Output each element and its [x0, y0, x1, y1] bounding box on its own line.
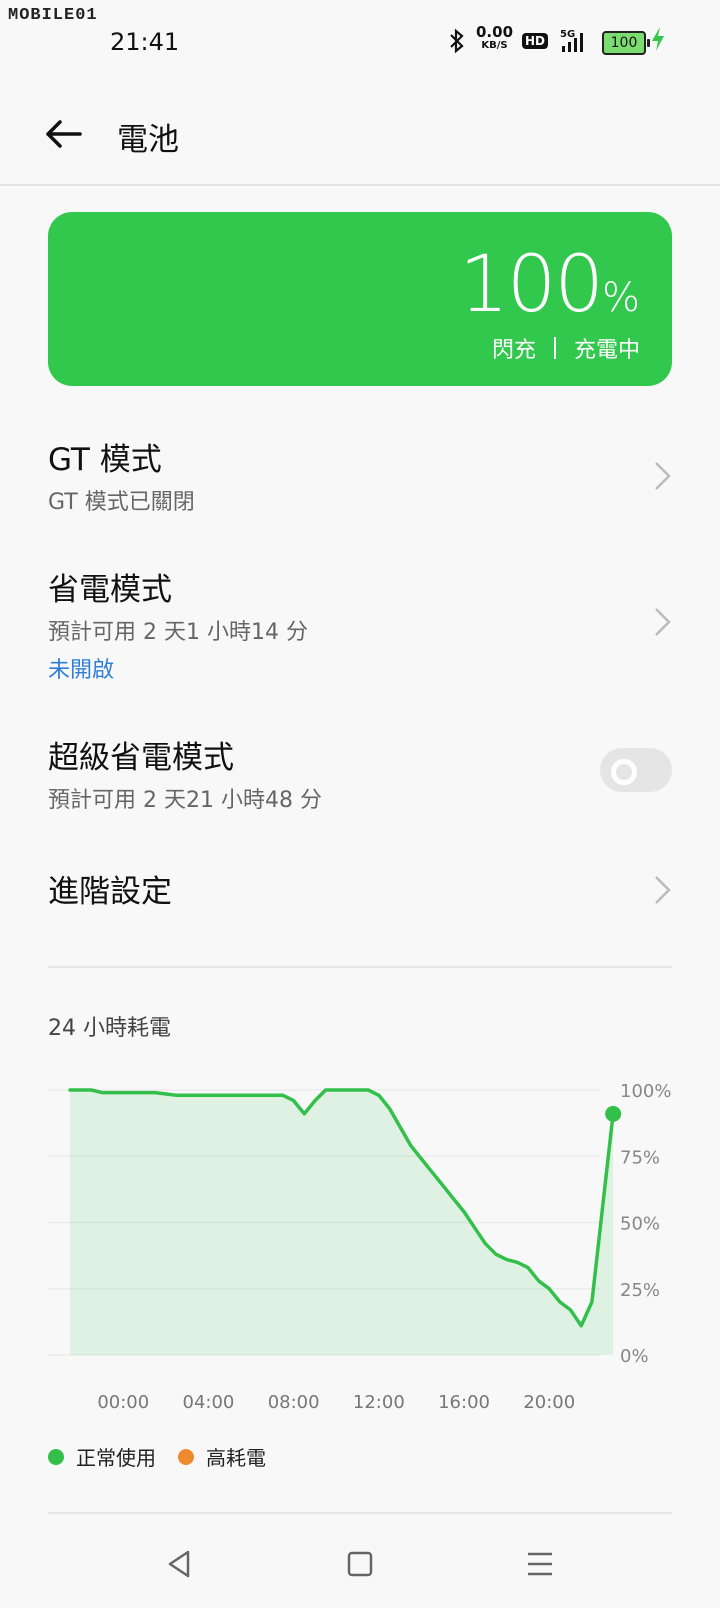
legend-item-normal: 正常使用 [48, 1442, 156, 1471]
y-tick-label: 50% [620, 1214, 660, 1235]
charge-type-label: 閃充 [491, 338, 536, 363]
watermark: MOBILE01 [8, 6, 98, 25]
x-tick-label: 08:00 [268, 1392, 320, 1413]
y-tick-label: 100% [620, 1081, 671, 1102]
power-saving-status: 未開啟 [48, 658, 115, 683]
x-tick-label: 16:00 [438, 1392, 490, 1413]
battery-status-card: 100% 閃充 充電中 [48, 212, 672, 386]
header-divider [0, 184, 720, 186]
chevron-right-icon [652, 460, 674, 492]
super-power-saving-estimate: 預計可用 2 天21 小時48 分 [48, 788, 322, 813]
advanced-settings-row[interactable]: 進階設定 [0, 850, 720, 930]
chevron-right-icon [652, 606, 674, 638]
legend-label-normal: 正常使用 [76, 1446, 156, 1470]
x-tick-label: 00:00 [97, 1392, 149, 1413]
page-title: 電池 [117, 122, 179, 158]
legend-label-high: 高耗電 [206, 1446, 266, 1470]
power-saving-row[interactable]: 省電模式 預計可用 2 天1 小時14 分 未開啟 [0, 550, 720, 690]
bluetooth-icon [448, 28, 466, 60]
charging-icon [650, 26, 666, 58]
legend-item-high: 高耗電 [178, 1442, 266, 1471]
signal-icon: 5G [554, 28, 594, 54]
super-power-saving-row: 超級省電模式 預計可用 2 天21 小時48 分 [0, 718, 580, 818]
battery-icon: 100 [602, 31, 650, 55]
advanced-settings-title: 進階設定 [48, 874, 172, 910]
battery-percent-value: 100 [459, 240, 604, 330]
status-time: 21:41 [110, 28, 180, 56]
charge-status-label: 充電中 [573, 338, 640, 363]
network-speed-value: 0.00 [476, 23, 514, 41]
battery-percent: 100% [459, 240, 640, 330]
toggle-knob [611, 759, 637, 785]
power-saving-title: 省電模式 [48, 572, 172, 608]
bottom-divider [48, 1512, 672, 1514]
battery-percent-sign: % [601, 275, 640, 321]
x-tick-label: 12:00 [353, 1392, 405, 1413]
legend-dot-high [178, 1448, 194, 1465]
power-saving-estimate: 預計可用 2 天1 小時14 分 [48, 620, 308, 645]
y-tick-label: 25% [620, 1280, 660, 1301]
section-divider [48, 966, 672, 968]
x-tick-label: 20:00 [523, 1392, 575, 1413]
charge-separator [553, 337, 556, 359]
gt-mode-title: GT 模式 [48, 442, 162, 478]
back-nav-icon[interactable] [160, 1544, 200, 1584]
chart-title: 24 小時耗電 [48, 1016, 171, 1041]
hd-badge: HD [522, 33, 549, 49]
home-nav-icon[interactable] [340, 1544, 380, 1584]
network-type-label: 5G [560, 29, 575, 40]
battery-level: 100 [610, 35, 638, 51]
gt-mode-row[interactable]: GT 模式 GT 模式已關閉 [0, 420, 720, 520]
legend-dot-normal [48, 1448, 64, 1465]
super-power-saving-toggle[interactable] [600, 748, 672, 792]
network-speed: 0.00 KB/S [476, 23, 514, 52]
current-level-point [605, 1105, 622, 1122]
gt-mode-subtitle: GT 模式已關閉 [48, 490, 195, 515]
back-arrow-icon[interactable] [42, 112, 86, 156]
super-power-saving-title: 超級省電模式 [48, 740, 234, 776]
chevron-right-icon [652, 874, 674, 906]
network-speed-unit: KB/S [481, 40, 508, 51]
y-tick-label: 0% [620, 1346, 649, 1367]
battery-usage-chart: 100% 75% 50% 25% 0% 00:00 04:00 08:00 12:00 16:00… [48, 1081, 671, 1413]
y-tick-label: 75% [620, 1147, 660, 1168]
menu-nav-icon[interactable] [520, 1544, 560, 1584]
charging-status: 閃充 充電中 [492, 332, 640, 364]
x-tick-label: 04:00 [183, 1392, 235, 1413]
